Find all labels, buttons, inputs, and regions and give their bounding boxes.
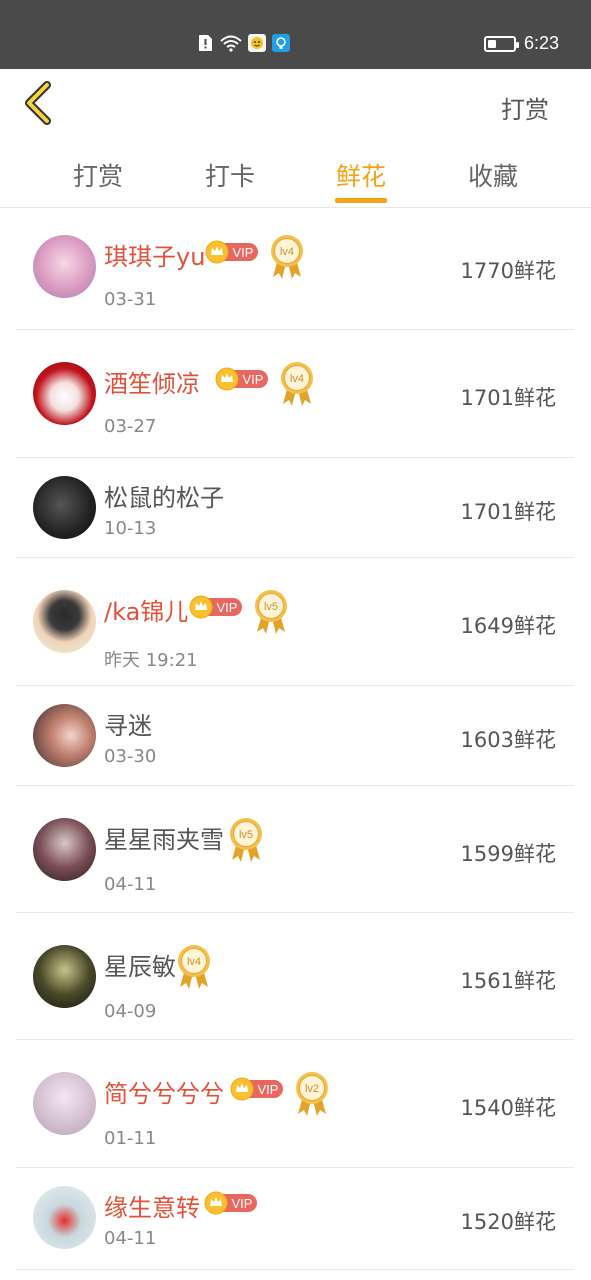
- avatar[interactable]: [33, 704, 96, 767]
- app-notification-icon: [248, 34, 266, 52]
- vip-badge-icon: VIP: [189, 595, 243, 619]
- tabs-divider: [0, 207, 591, 208]
- tab-bar: 打赏 打卡 鲜花 收藏: [0, 139, 591, 207]
- avatar[interactable]: [33, 1072, 96, 1135]
- sim-alert-icon: [199, 35, 212, 51]
- user-name: /ka锦儿: [104, 598, 189, 626]
- svg-text:VIP: VIP: [233, 245, 254, 260]
- status-right: 6:23: [483, 33, 559, 54]
- list-item[interactable]: 琪琪子yu VIP lv4 03-31 1770鲜花: [16, 209, 574, 330]
- level-medal-icon: lv5: [252, 588, 290, 636]
- list-item[interactable]: 酒笙倾凉 VIP lv4 03-27 1701鲜花: [16, 330, 574, 458]
- svg-text:lv2: lv2: [305, 1083, 319, 1095]
- svg-text:VIP: VIP: [217, 600, 238, 615]
- header: 打赏: [0, 69, 591, 139]
- active-tab-indicator: [335, 198, 387, 203]
- send-date: 01-11: [104, 1128, 157, 1149]
- tab-favorites[interactable]: 收藏: [453, 157, 533, 193]
- send-date: 04-11: [104, 1228, 157, 1249]
- user-name: 缘生意转: [104, 1194, 200, 1222]
- level-medal-icon: lv4: [175, 943, 213, 991]
- user-name: 松鼠的松子: [104, 484, 224, 512]
- svg-text:lv5: lv5: [264, 601, 278, 613]
- flower-count: 1649鲜花: [460, 614, 556, 638]
- level-medal-icon: lv4: [278, 360, 316, 408]
- avatar[interactable]: [33, 590, 96, 653]
- list-item[interactable]: 松鼠的松子 10-13 1701鲜花: [16, 458, 574, 558]
- svg-text:VIP: VIP: [243, 372, 264, 387]
- svg-text:lv5: lv5: [239, 829, 253, 841]
- svg-text:lv4: lv4: [187, 956, 201, 968]
- vip-badge-icon: VIP: [205, 240, 259, 264]
- send-date: 04-11: [104, 874, 157, 895]
- flower-count: 1603鲜花: [460, 728, 556, 752]
- avatar[interactable]: [33, 1186, 96, 1249]
- avatar[interactable]: [33, 818, 96, 881]
- wifi-icon: [220, 35, 242, 52]
- vip-badge-icon: VIP: [230, 1077, 284, 1101]
- user-name: 寻迷: [104, 712, 152, 740]
- user-name: 星星雨夹雪: [104, 826, 224, 854]
- level-medal-icon: lv4: [268, 233, 306, 281]
- list-item[interactable]: 星星雨夹雪 lv5 04-11 1599鲜花: [16, 786, 574, 913]
- tab-flowers[interactable]: 鲜花: [321, 157, 401, 193]
- flower-count: 1561鲜花: [460, 969, 556, 993]
- avatar[interactable]: [33, 945, 96, 1008]
- svg-text:VIP: VIP: [232, 1196, 253, 1211]
- send-date: 10-13: [104, 518, 157, 539]
- status-bar: 6:23: [0, 0, 591, 69]
- vip-badge-icon: VIP: [204, 1191, 258, 1215]
- level-medal-icon: lv5: [227, 816, 265, 864]
- tip-notification-icon: [272, 34, 290, 52]
- avatar[interactable]: [33, 362, 96, 425]
- flower-count: 1520鲜花: [460, 1210, 556, 1234]
- send-date: 昨天 19:21: [104, 650, 198, 671]
- reward-header-button[interactable]: 打赏: [501, 90, 549, 125]
- list-item[interactable]: 缘生意转 VIP 04-11 1520鲜花: [16, 1168, 574, 1270]
- send-date: 03-31: [104, 289, 157, 310]
- status-icons: [196, 33, 290, 53]
- row-divider: [16, 1269, 574, 1270]
- vip-badge-icon: VIP: [215, 367, 269, 391]
- user-name: 酒笙倾凉: [104, 370, 200, 398]
- battery-icon: [483, 35, 519, 52]
- avatar[interactable]: [33, 235, 96, 298]
- svg-text:lv4: lv4: [290, 373, 304, 385]
- list-item[interactable]: /ka锦儿 VIP lv5 昨天 19:21 1649鲜花: [16, 558, 574, 686]
- flower-count: 1701鲜花: [460, 500, 556, 524]
- list-item[interactable]: 寻迷 03-30 1603鲜花: [16, 686, 574, 786]
- flower-count: 1701鲜花: [460, 386, 556, 410]
- svg-text:lv4: lv4: [280, 246, 294, 258]
- avatar[interactable]: [33, 476, 96, 539]
- flower-count: 1599鲜花: [460, 842, 556, 866]
- status-time: 6:23: [523, 33, 559, 53]
- tab-checkin[interactable]: 打卡: [190, 157, 270, 193]
- tab-reward[interactable]: 打赏: [58, 157, 138, 193]
- user-name: 琪琪子yu: [104, 243, 206, 271]
- flower-count: 1540鲜花: [460, 1096, 556, 1120]
- chevron-left-icon: [25, 81, 51, 125]
- list-item[interactable]: 星辰敏 lv4 04-09 1561鲜花: [16, 913, 574, 1040]
- user-name: 星辰敏: [104, 953, 176, 981]
- send-date: 04-09: [104, 1001, 157, 1022]
- send-date: 03-27: [104, 416, 157, 437]
- back-button[interactable]: [20, 81, 60, 127]
- level-medal-icon: lv2: [293, 1070, 331, 1118]
- svg-text:VIP: VIP: [258, 1082, 279, 1097]
- send-date: 03-30: [104, 746, 157, 767]
- user-name: 简兮兮兮兮: [104, 1080, 224, 1108]
- battery-level: [487, 39, 496, 48]
- flower-count: 1770鲜花: [460, 259, 556, 283]
- list-item[interactable]: 简兮兮兮兮 VIP lv2 01-11 1540鲜花: [16, 1040, 574, 1168]
